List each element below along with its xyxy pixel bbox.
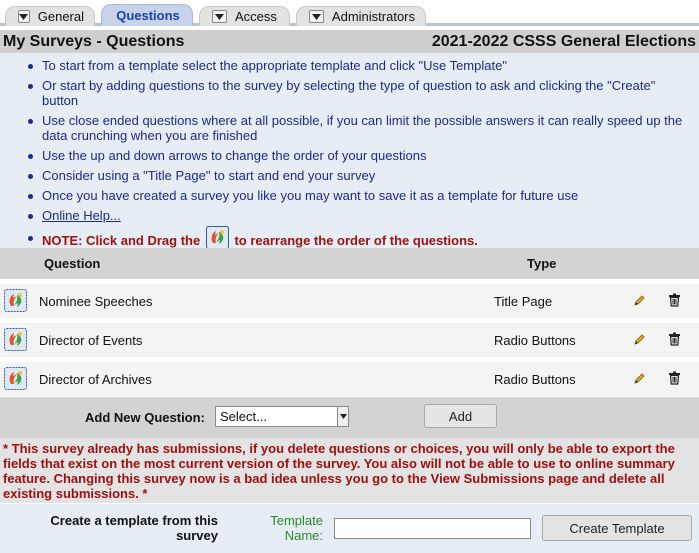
column-header-type: Type <box>527 256 557 271</box>
tab-general[interactable]: General <box>5 6 95 26</box>
question-name: Director of Archives <box>39 372 152 387</box>
tab-label: Administrators <box>331 9 415 24</box>
pencil-icon[interactable] <box>633 372 646 388</box>
chevron-down-icon[interactable] <box>212 10 227 23</box>
instruction-item: Use close ended questions where at all p… <box>0 113 699 143</box>
trash-icon[interactable] <box>668 371 681 388</box>
pencil-icon[interactable] <box>633 294 646 310</box>
tab-label: Access <box>235 9 277 24</box>
pencil-icon[interactable] <box>633 333 646 349</box>
template-name-label: Template Name: <box>270 513 323 543</box>
drag-handle-icon[interactable] <box>4 367 27 393</box>
question-name: Nominee Speeches <box>39 294 153 309</box>
note-suffix: to rearrange the order of the questions. <box>234 232 478 248</box>
question-name: Director of Events <box>39 333 143 348</box>
submissions-warning: * This survey already has submissions, i… <box>0 438 699 503</box>
instruction-item: Use the up and down arrows to change the… <box>0 148 699 163</box>
column-header-question: Question <box>44 256 101 271</box>
instruction-item: Consider using a "Title Page" to start a… <box>0 168 699 183</box>
page-header: My Surveys - Questions 2021-2022 CSSS Ge… <box>0 30 699 53</box>
select-value: Select... <box>220 409 267 424</box>
create-template-button[interactable]: Create Template <box>542 515 692 541</box>
instruction-item: Or start by adding questions to the surv… <box>0 78 699 108</box>
instructions-panel: To start from a template select the appr… <box>0 53 699 249</box>
tab-questions[interactable]: Questions <box>101 4 193 26</box>
instruction-item: Once you have created a survey you like … <box>0 188 699 203</box>
tab-administrators[interactable]: Administrators <box>296 6 426 26</box>
survey-name: 2021-2022 CSSS General Elections <box>431 32 696 50</box>
table-row: Director of Archives Radio Buttons <box>0 362 699 396</box>
create-template-label: Create a template from this survey <box>50 513 218 543</box>
drag-handle-icon[interactable] <box>4 289 27 315</box>
trash-icon[interactable] <box>668 293 681 310</box>
online-help-link[interactable]: Online Help... <box>42 208 121 223</box>
instruction-item-help: Online Help... <box>0 208 699 223</box>
questions-table-header: Question Type <box>0 248 699 279</box>
note-prefix: NOTE: Click and Drag the <box>42 232 201 248</box>
table-row: Director of Events Radio Buttons <box>0 323 699 357</box>
trash-icon[interactable] <box>668 332 681 349</box>
question-type: Radio Buttons <box>494 333 576 348</box>
question-type: Radio Buttons <box>494 372 576 387</box>
add-question-label: Add New Question: <box>85 410 205 425</box>
table-row: Nominee Speeches Title Page <box>0 284 699 318</box>
drag-handle-icon[interactable] <box>4 328 27 354</box>
page-title: My Surveys - Questions <box>3 32 185 50</box>
tab-label: Questions <box>116 8 180 23</box>
tab-bar: General Questions Access Administrators <box>0 0 699 26</box>
chevron-down-icon[interactable] <box>18 10 30 23</box>
chevron-down-icon[interactable] <box>309 10 324 23</box>
question-type-select[interactable]: Select... <box>215 406 349 427</box>
add-question-button[interactable]: Add <box>424 404 497 428</box>
tab-label: General <box>37 9 84 24</box>
template-name-input[interactable] <box>334 518 531 539</box>
create-template-panel: Create a template from this survey Templ… <box>0 503 699 553</box>
add-question-bar: Add New Question: Select... Add <box>0 397 699 438</box>
question-type: Title Page <box>494 294 553 309</box>
instructions-list: To start from a template select the appr… <box>0 53 699 257</box>
tab-access[interactable]: Access <box>199 6 290 26</box>
instruction-item: To start from a template select the appr… <box>0 58 699 73</box>
chevron-down-icon[interactable] <box>337 407 348 426</box>
